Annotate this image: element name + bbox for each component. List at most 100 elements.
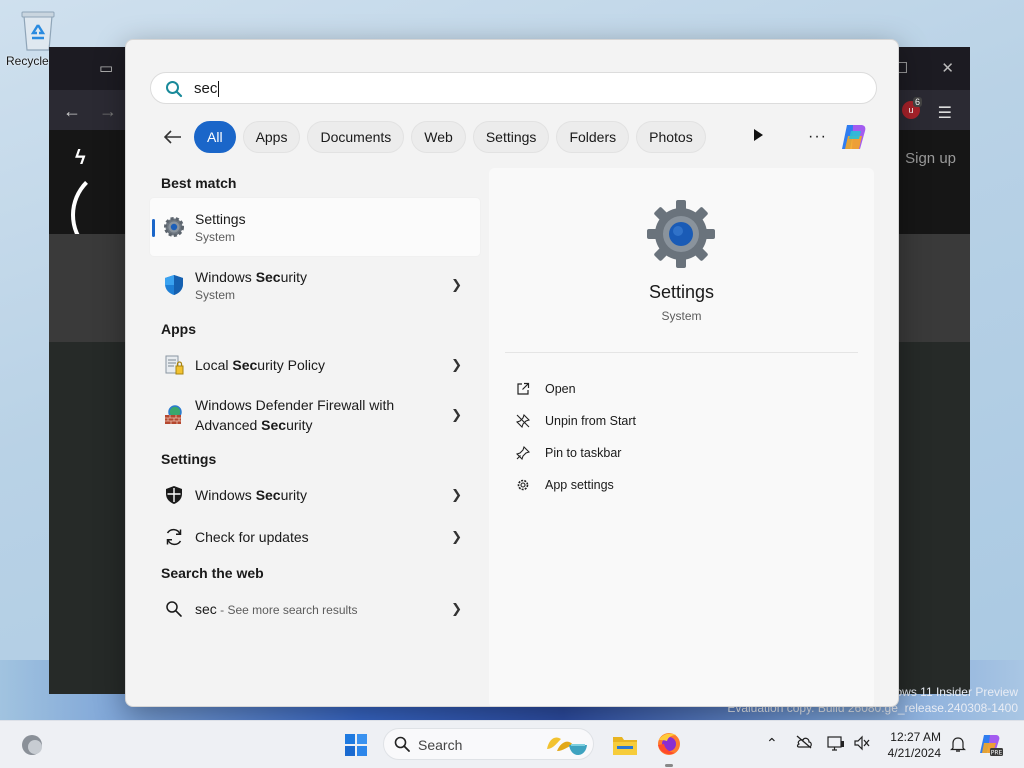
filter-settings[interactable]: Settings bbox=[472, 121, 550, 153]
search-query-text: sec bbox=[194, 80, 218, 97]
result-local-security-policy[interactable]: Local Security Policy ❯ bbox=[150, 344, 480, 386]
back-arrow-icon[interactable]: ← bbox=[63, 101, 81, 122]
chevron-right-icon[interactable]: ❯ bbox=[451, 277, 462, 293]
search-input[interactable]: sec bbox=[150, 72, 877, 104]
filter-documents[interactable]: Documents bbox=[307, 121, 405, 153]
open-external-icon bbox=[515, 381, 531, 397]
pin-icon bbox=[515, 445, 531, 461]
unpin-icon bbox=[515, 413, 531, 429]
settings-gear-icon bbox=[162, 215, 186, 239]
svg-text:PRE: PRE bbox=[991, 750, 1003, 757]
taskbar: Search ⌃ 12:27 AM 4/21/2024 PRE bbox=[0, 720, 1024, 768]
filter-folders[interactable]: Folders bbox=[556, 121, 630, 153]
action-label: App settings bbox=[545, 478, 614, 492]
filter-all[interactable]: All bbox=[194, 121, 236, 153]
menu-icon[interactable]: ☰ bbox=[938, 103, 952, 123]
back-button[interactable] bbox=[160, 124, 186, 150]
volume-muted-icon[interactable] bbox=[853, 735, 871, 754]
search-highlight-art-icon bbox=[543, 731, 589, 762]
file-explorer-icon[interactable] bbox=[612, 733, 638, 762]
result-title: Check for updates bbox=[195, 529, 309, 545]
filter-bar: All Apps Documents Web Settings Folders … bbox=[160, 120, 713, 154]
copilot-preview-icon[interactable]: PRE bbox=[978, 732, 1004, 763]
result-title-line1: Windows Defender Firewall with bbox=[195, 397, 395, 413]
tab-overview-icon[interactable]: ▭ bbox=[99, 59, 113, 77]
gear-icon bbox=[515, 477, 531, 493]
firewall-icon bbox=[162, 403, 186, 427]
apps-header: Apps bbox=[161, 321, 196, 337]
start-button-icon[interactable] bbox=[344, 733, 368, 762]
filter-photos[interactable]: Photos bbox=[636, 121, 706, 153]
show-hidden-icons-chevron-icon[interactable]: ⌃ bbox=[766, 735, 778, 752]
notification-bell-icon[interactable] bbox=[950, 735, 966, 758]
result-settings[interactable]: Settings System bbox=[150, 198, 480, 256]
play-more-filters-icon[interactable] bbox=[752, 128, 764, 147]
action-app-settings[interactable]: App settings bbox=[515, 469, 636, 501]
result-web-search[interactable]: sec - See more search results ❯ bbox=[150, 588, 480, 630]
settings-header: Settings bbox=[161, 451, 217, 467]
cloud-offline-icon[interactable] bbox=[795, 735, 813, 752]
clock-date: 4/21/2024 bbox=[887, 746, 941, 760]
clock-time: 12:27 AM bbox=[890, 730, 941, 744]
signup-link[interactable]: Sign up bbox=[905, 150, 956, 167]
result-title: sec - See more search results bbox=[195, 600, 358, 617]
search-icon bbox=[394, 736, 410, 757]
result-title: Windows Defender Firewall with Advanced … bbox=[195, 395, 394, 435]
action-label: Open bbox=[545, 382, 576, 396]
site-logo-icon[interactable]: ϟ bbox=[75, 147, 86, 170]
web-hint: - See more search results bbox=[216, 602, 358, 617]
copilot-icon[interactable] bbox=[838, 122, 870, 157]
taskbar-search-label: Search bbox=[418, 737, 463, 753]
best-match-header: Best match bbox=[161, 175, 237, 191]
result-settings-windows-security[interactable]: Windows Security ❯ bbox=[150, 474, 480, 516]
chevron-right-icon[interactable]: ❯ bbox=[451, 601, 462, 617]
extension-badge-count: 6 bbox=[912, 97, 922, 107]
result-subtitle: System bbox=[195, 230, 236, 244]
filter-apps[interactable]: Apps bbox=[242, 121, 301, 153]
firefox-icon[interactable] bbox=[656, 731, 682, 762]
search-query: sec bbox=[194, 80, 220, 98]
chevron-right-icon[interactable]: ❯ bbox=[451, 407, 462, 423]
action-unpin-start[interactable]: Unpin from Start bbox=[515, 405, 636, 437]
result-defender-firewall[interactable]: Windows Defender Firewall with Advanced … bbox=[150, 386, 480, 444]
result-title: Windows Security bbox=[195, 487, 308, 503]
chevron-right-icon[interactable]: ❯ bbox=[451, 357, 462, 373]
display-network-icon[interactable] bbox=[827, 735, 845, 754]
close-icon[interactable]: ✕ bbox=[941, 59, 954, 77]
back-arrow-icon bbox=[164, 130, 181, 144]
more-options-icon[interactable]: ··· bbox=[808, 128, 827, 146]
result-check-for-updates[interactable]: Check for updates ❯ bbox=[150, 516, 480, 558]
forward-arrow-icon[interactable]: → bbox=[99, 101, 117, 122]
chevron-right-icon[interactable]: ❯ bbox=[451, 487, 462, 503]
recycle-bin-icon bbox=[18, 8, 58, 52]
filter-web[interactable]: Web bbox=[411, 121, 466, 153]
search-flyout: sec All Apps Documents Web Settings Fold… bbox=[125, 39, 899, 707]
action-pin-taskbar[interactable]: Pin to taskbar bbox=[515, 437, 636, 469]
action-label: Unpin from Start bbox=[545, 414, 637, 428]
shield-icon bbox=[162, 483, 186, 507]
action-open[interactable]: Open bbox=[515, 373, 636, 405]
firefox-running-indicator bbox=[665, 764, 673, 767]
search-icon bbox=[165, 80, 183, 103]
weather-widget-icon[interactable] bbox=[20, 733, 44, 762]
windows-security-shield-icon bbox=[162, 273, 186, 297]
selection-indicator bbox=[152, 219, 155, 237]
result-title-line2: Advanced Security bbox=[195, 417, 313, 433]
details-subtitle: System bbox=[661, 309, 702, 323]
details-title: Settings bbox=[648, 282, 715, 302]
result-title: Windows Security bbox=[195, 269, 308, 285]
action-label: Pin to taskbar bbox=[545, 446, 622, 460]
details-actions: Open Unpin from Start Pin to taskbar App… bbox=[515, 373, 636, 501]
search-icon bbox=[162, 597, 186, 621]
result-subtitle: System bbox=[195, 288, 236, 302]
results-list: Best match Settings System Windows Secur… bbox=[150, 168, 480, 630]
result-title: Local Security Policy bbox=[195, 357, 325, 373]
system-clock[interactable]: 12:27 AM 4/21/2024 bbox=[888, 729, 941, 761]
chevron-right-icon[interactable]: ❯ bbox=[451, 529, 462, 545]
settings-gear-icon bbox=[645, 198, 717, 275]
taskbar-search-box[interactable]: Search bbox=[383, 728, 594, 760]
result-windows-security[interactable]: Windows Security System ❯ bbox=[150, 256, 480, 314]
text-caret bbox=[218, 81, 220, 98]
refresh-icon bbox=[162, 525, 186, 549]
search-web-header: Search the web bbox=[161, 565, 264, 581]
